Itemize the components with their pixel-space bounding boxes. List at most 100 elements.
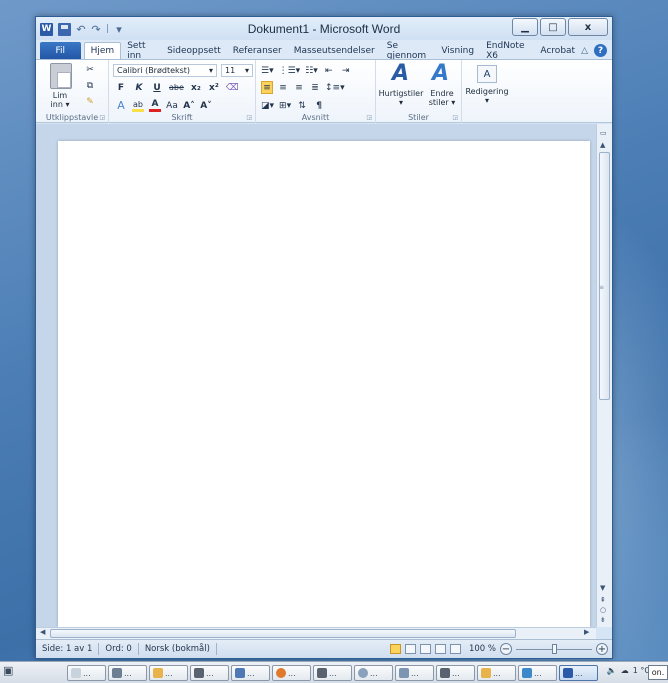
horizontal-scroll-thumb[interactable] [50,629,516,638]
tab-endnote[interactable]: EndNote X6 [480,41,534,61]
tab-home[interactable]: Hjem [83,42,122,59]
clear-format-icon[interactable]: ⌫ [226,81,239,94]
change-styles-button[interactable]: Endre stiler ▾ [424,89,460,107]
outline-icon[interactable] [434,644,446,654]
find-icon[interactable]: A [477,65,497,83]
text-effects-icon[interactable]: A [115,99,127,112]
change-case-button[interactable]: Aa [166,99,178,112]
bold-button[interactable]: F [115,81,127,94]
paragraph-launcher-icon[interactable]: ◲ [366,114,372,121]
zoom-slider-thumb[interactable] [552,643,557,654]
cut-icon[interactable]: ✂ [84,63,96,76]
vertical-scrollbar[interactable]: ▭ ▲ ≡ ▼ ⇞ ○ ⇟ [596,124,612,627]
minimize-ribbon-icon[interactable]: △ [581,46,588,56]
justify-icon[interactable]: ≣ [309,81,321,94]
full-screen-reading-icon[interactable] [404,644,416,654]
taskbar-button[interactable]: ... [518,665,557,681]
line-spacing-icon[interactable]: ↕≡▾ [325,81,345,94]
align-right-icon[interactable]: ≡ [293,81,305,94]
highlight-icon[interactable]: ab [132,99,144,112]
browse-object-icon[interactable]: ○ [600,606,606,614]
close-button[interactable]: x [568,18,608,36]
taskbar-button[interactable]: ... [190,665,229,681]
align-left-icon[interactable]: ≡ [261,81,273,94]
superscript-button[interactable]: x² [208,81,220,94]
tab-references[interactable]: Referanser [227,42,288,59]
tab-review[interactable]: Se gjennom [381,41,436,61]
quick-styles-button[interactable]: Hurtigstiler ▾ [378,89,424,107]
weather-icon[interactable]: ☁ [621,666,629,675]
zoom-in-button[interactable]: + [596,643,608,655]
font-launcher-icon[interactable]: ◲ [246,114,252,121]
taskbar-button[interactable]: ... [313,665,352,681]
tab-mailings[interactable]: Masseutsendelser [288,42,381,59]
vertical-scroll-thumb[interactable] [599,152,610,400]
editing-button[interactable]: Redigering ▾ [462,87,512,105]
minimize-button[interactable]: ▁ [512,18,538,36]
taskbar-button[interactable]: ... [477,665,516,681]
show-formatting-button[interactable]: ¶ [313,99,325,112]
document-page[interactable] [58,141,590,627]
taskbar-button[interactable]: ... [108,665,147,681]
multilevel-list-icon[interactable]: ☷▾ [305,64,318,77]
align-center-icon[interactable]: ≡ [277,81,289,94]
taskbar-button[interactable]: ... [231,665,270,681]
styles-launcher-icon[interactable]: ◲ [452,114,458,121]
tab-insert[interactable]: Sett inn [121,41,161,61]
grow-font-button[interactable]: A˄ [183,99,195,112]
taskbar-button[interactable]: ... [149,665,188,681]
font-family-select[interactable]: Calibri (Brødtekst) ▾ [113,64,217,77]
font-size-select[interactable]: 11 ▾ [221,64,253,77]
taskbar-button[interactable]: ... [272,665,311,681]
tab-view[interactable]: Visning [435,42,480,59]
format-painter-icon[interactable]: ✎ [84,95,96,108]
shading-icon[interactable]: ◪▾ [261,99,274,112]
font-color-icon[interactable]: A [149,99,161,112]
zoom-slider[interactable] [516,643,592,654]
paste-button[interactable]: Lim inn ▾ [44,91,76,109]
help-icon[interactable]: ? [594,44,607,57]
strikethrough-button[interactable]: abe [169,81,184,94]
increase-indent-icon[interactable]: ⇥ [340,64,352,77]
draft-icon[interactable] [449,644,461,654]
taskbar-button-word[interactable]: ... [559,665,598,681]
taskbar-button[interactable]: ... [354,665,393,681]
scroll-up-icon[interactable]: ▲ [600,141,605,149]
subscript-button[interactable]: x₂ [190,81,202,94]
zoom-out-button[interactable]: − [500,643,512,655]
taskbar-button[interactable]: ... [67,665,106,681]
horizontal-scrollbar[interactable]: ◀ ▶ [36,627,596,639]
prev-page-icon[interactable]: ⇞ [600,596,606,604]
scroll-left-icon[interactable]: ◀ [40,628,45,636]
zoom-level[interactable]: 100 % [469,644,496,654]
change-styles-icon[interactable]: A [432,61,449,86]
scroll-right-icon[interactable]: ▶ [584,628,589,636]
copy-icon[interactable]: ⧉ [84,79,96,92]
sort-icon[interactable]: ⇅ [296,99,308,112]
ruler-toggle-icon[interactable]: ▭ [600,129,607,137]
next-page-icon[interactable]: ⇟ [600,616,606,624]
shrink-font-button[interactable]: A˅ [200,99,212,112]
print-layout-icon[interactable] [389,644,401,654]
bullets-icon[interactable]: ☰▾ [261,64,274,77]
quick-styles-icon[interactable]: A [392,61,409,86]
taskbar-button[interactable]: ... [436,665,475,681]
maximize-button[interactable]: □ [540,18,566,36]
page-count[interactable]: Side: 1 av 1 [36,643,100,655]
taskbar-button[interactable]: ... [395,665,434,681]
start-icon[interactable]: ▣ [3,664,19,680]
tab-file[interactable]: Fil [40,42,81,59]
italic-button[interactable]: K [133,81,145,94]
paste-icon[interactable] [50,63,72,89]
web-layout-icon[interactable] [419,644,431,654]
tab-acrobat[interactable]: Acrobat [534,42,581,59]
decrease-indent-icon[interactable]: ⇤ [323,64,335,77]
scroll-down-icon[interactable]: ▼ [600,584,605,592]
numbering-icon[interactable]: ⋮☰▾ [279,64,301,77]
clipboard-launcher-icon[interactable]: ◲ [99,114,105,121]
tray-language-box[interactable]: on. [648,665,668,680]
word-count[interactable]: Ord: 0 [99,643,139,655]
tab-page-layout[interactable]: Sideoppsett [161,42,227,59]
underline-button[interactable]: U [151,81,163,94]
borders-icon[interactable]: ⊞▾ [279,99,291,112]
